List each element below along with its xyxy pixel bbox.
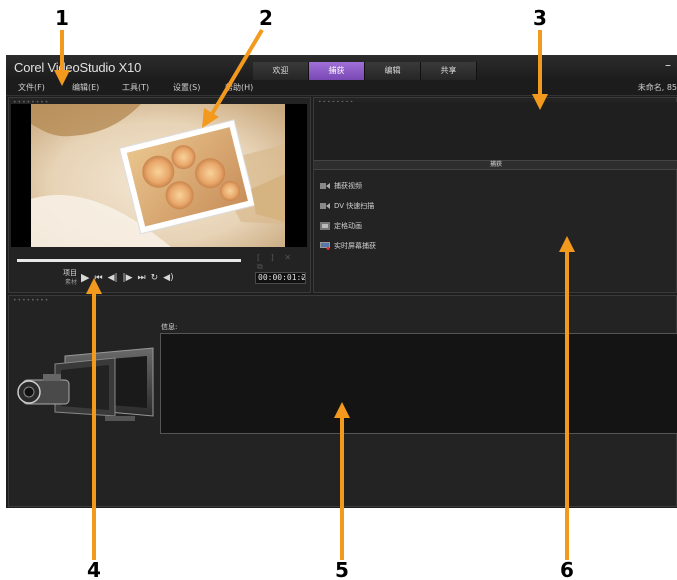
info-text-area <box>160 333 677 434</box>
app-title: Corel VideoStudio X10 <box>14 60 142 75</box>
trim-markers-icon[interactable]: [ ] ✕ ⧉ <box>257 253 310 272</box>
menu-help[interactable]: 帮助(H) <box>225 82 253 93</box>
timecode-value[interactable]: 00:00:01:21 <box>258 273 305 282</box>
tab-share[interactable]: 共享 <box>421 62 477 80</box>
callout-2: 2 <box>259 6 273 30</box>
go-to-start-icon[interactable]: ⏮ <box>94 272 102 284</box>
timecode-field[interactable]: 00:00:01:21 ⇕ <box>255 272 306 284</box>
screen-capture-label: 实时屏幕捕获 <box>334 242 376 250</box>
tab-welcome[interactable]: 欢迎 <box>253 62 309 80</box>
play-mode-toggle[interactable]: 项目 素材 <box>55 269 77 287</box>
mode-clip-label[interactable]: 素材 <box>55 278 77 287</box>
tab-capture[interactable]: 捕获 <box>309 62 365 80</box>
information-panel: •••••••• 信息: <box>8 295 677 507</box>
menu-tools[interactable]: 工具(T) <box>122 82 149 93</box>
capture-video-label: 捕获视频 <box>334 182 362 190</box>
menu-file[interactable]: 文件(F) <box>18 82 45 93</box>
menu-bar: 文件(F) 编辑(E) 工具(T) 设置(S) 帮助(H) 未命名, 85 <box>6 80 677 96</box>
info-label: 信息: <box>161 323 178 331</box>
next-frame-icon[interactable]: |▶ <box>123 272 133 284</box>
go-to-end-icon[interactable]: ⏭ <box>138 272 146 284</box>
playback-controls: ▶ ⏮ ◀| |▶ ⏭ ↻ ◀) <box>81 272 174 284</box>
workspace-tabs: 欢迎 捕获 编辑 共享 <box>253 62 477 80</box>
screen-capture-icon <box>320 242 330 250</box>
dv-scan-label: DV 快速扫描 <box>334 202 375 210</box>
dv-scan-icon <box>320 203 330 209</box>
volume-icon[interactable]: ◀) <box>163 272 173 284</box>
menu-settings[interactable]: 设置(S) <box>173 82 200 93</box>
capture-options-list: 捕获视频 DV 快速扫描 定格动画 实时屏幕捕获 <box>320 176 376 256</box>
tab-edit[interactable]: 编辑 <box>365 62 421 80</box>
capture-video-option[interactable]: 捕获视频 <box>320 176 376 196</box>
timecode-spinner-icon[interactable]: ⇕ <box>300 273 304 283</box>
project-name: 未命名, 85 <box>637 83 677 92</box>
play-icon[interactable]: ▶ <box>81 272 89 284</box>
minimize-button[interactable]: – <box>665 58 671 72</box>
playback-scrubber[interactable] <box>17 259 241 262</box>
title-bar: Corel VideoStudio X10 欢迎 捕获 编辑 共享 – <box>6 55 677 80</box>
mode-project-label[interactable]: 项目 <box>55 269 77 278</box>
menu-edit[interactable]: 编辑(E) <box>72 82 99 93</box>
library-area <box>314 102 677 160</box>
callout-5: 5 <box>335 558 349 580</box>
preview-image <box>31 104 285 247</box>
dv-scan-option[interactable]: DV 快速扫描 <box>320 196 376 216</box>
repeat-icon[interactable]: ↻ <box>151 272 159 284</box>
stop-motion-label: 定格动画 <box>334 222 362 230</box>
camera-devices-icon <box>17 347 154 421</box>
callout-6: 6 <box>560 558 574 580</box>
capture-header: 捕获 <box>314 160 677 170</box>
panel-grip[interactable]: •••••••• <box>13 297 49 304</box>
capture-video-icon <box>320 183 330 189</box>
preview-window <box>11 104 307 247</box>
videostudio-window: Corel VideoStudio X10 欢迎 捕获 编辑 共享 – 文件(F… <box>6 55 677 508</box>
callout-4: 4 <box>87 558 101 580</box>
capture-options-panel: •••••••• 捕获 捕获视频 DV 快速扫描 定格动画 实时屏幕捕获 <box>313 97 677 293</box>
previous-frame-icon[interactable]: ◀| <box>108 272 118 284</box>
screen-capture-option[interactable]: 实时屏幕捕获 <box>320 236 376 256</box>
callout-1: 1 <box>55 6 69 30</box>
player-panel: •••••••• [] ✕ ⧉ 项目 素材 ▶ ⏮ ◀| |▶ ⏭ ↻ ◀) … <box>8 97 311 293</box>
callout-3: 3 <box>533 6 547 30</box>
stop-motion-option[interactable]: 定格动画 <box>320 216 376 236</box>
stop-motion-icon <box>320 222 330 230</box>
